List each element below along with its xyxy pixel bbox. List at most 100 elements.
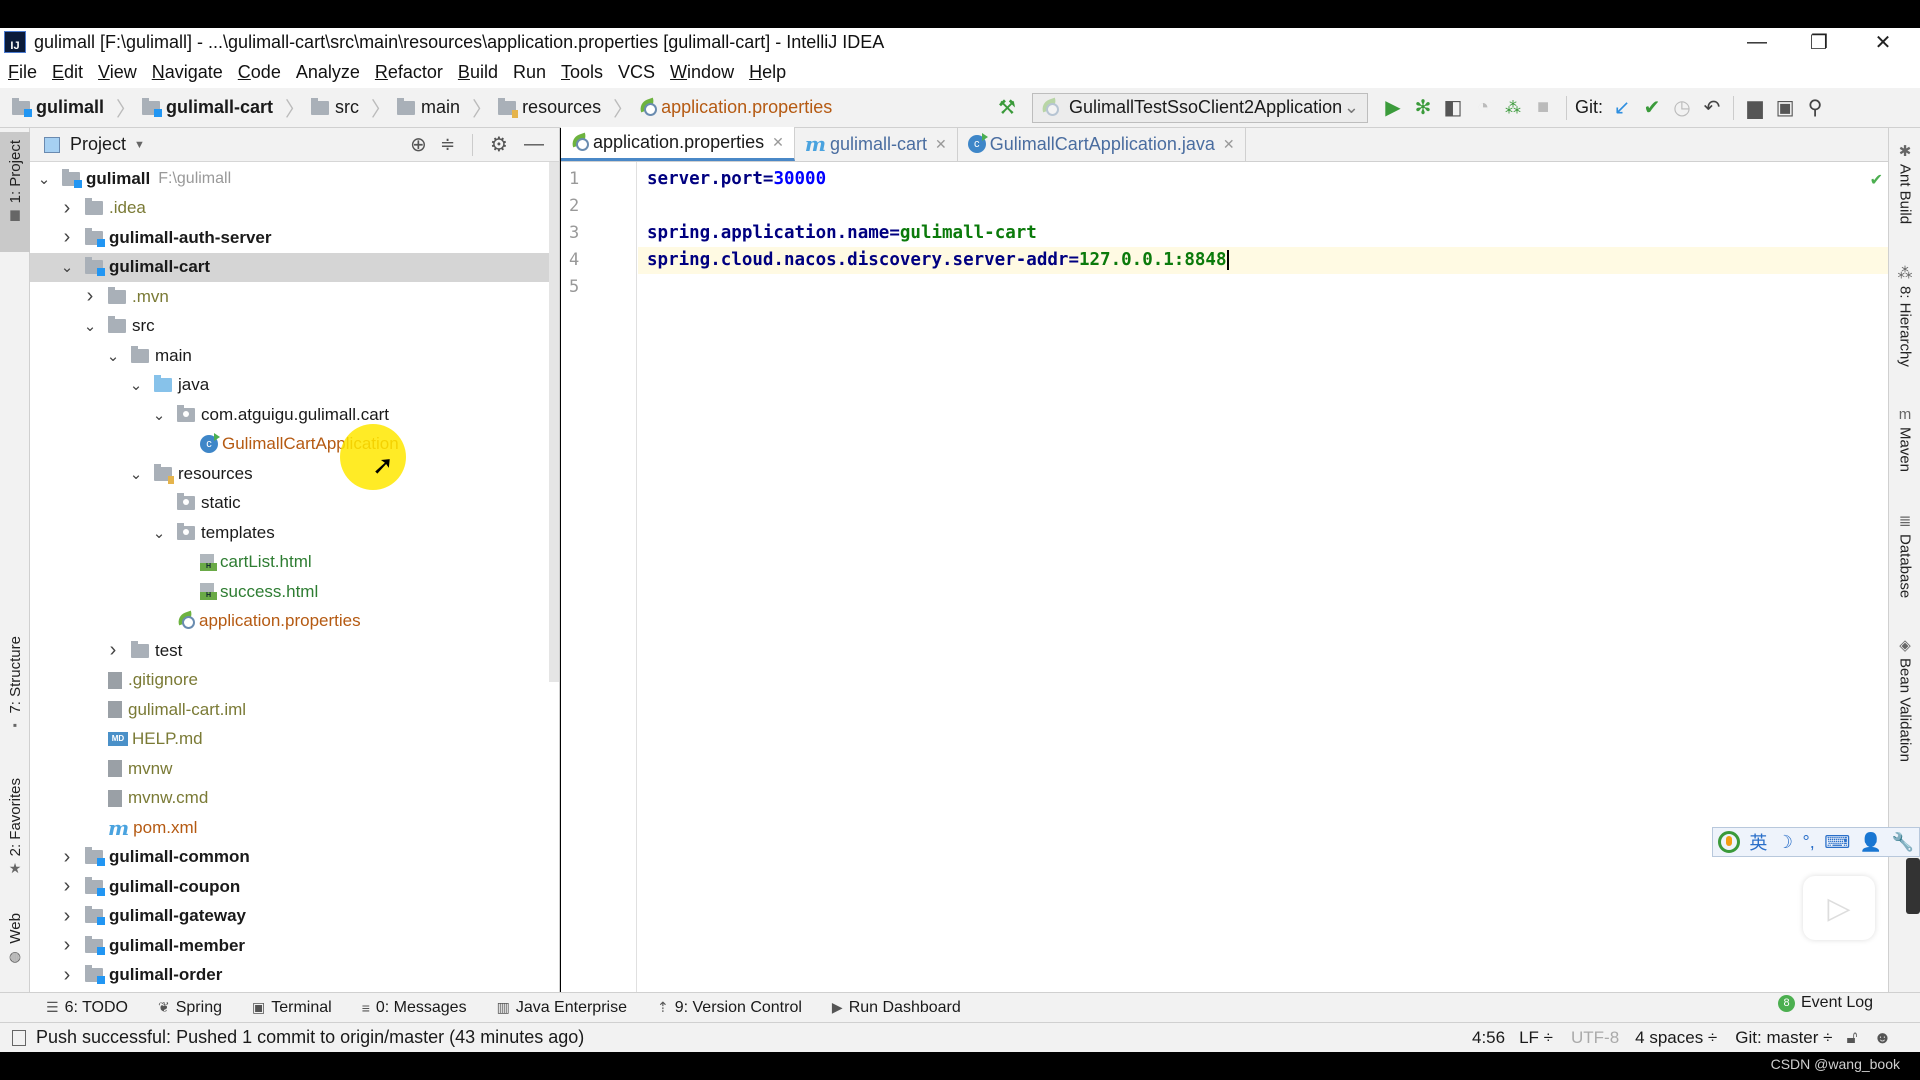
chevron-down-icon[interactable]: ⌄ bbox=[82, 317, 98, 335]
minimize-button[interactable]: — bbox=[1726, 28, 1788, 56]
tool-tab-favorites[interactable]: 2: Favorites ★ bbox=[0, 778, 30, 890]
tree-node[interactable]: › gulimall-member bbox=[30, 931, 559, 960]
tree-node[interactable]: mvnw bbox=[30, 754, 559, 783]
code-line[interactable]: spring.application.name=gulimall-cart bbox=[647, 223, 1037, 243]
tree-node[interactable]: › gulimall-order bbox=[30, 961, 559, 990]
locate-file-icon[interactable]: ⊕ bbox=[410, 132, 427, 157]
menu-navigate[interactable]: Navigate bbox=[152, 62, 223, 83]
editor-tab[interactable]: application.properties ✕ bbox=[561, 127, 795, 161]
menu-edit[interactable]: Edit bbox=[52, 62, 83, 83]
tool-button-messages[interactable]: ≡ 0: Messages bbox=[362, 999, 467, 1017]
menu-build[interactable]: Build bbox=[458, 62, 498, 83]
attach-debugger-icon[interactable]: ⁂ bbox=[1498, 93, 1528, 123]
tool-button-terminal[interactable]: ▣ Terminal bbox=[252, 999, 332, 1017]
chevron-right-icon[interactable]: › bbox=[59, 964, 75, 987]
tree-node[interactable]: › gulimall-auth-server bbox=[30, 223, 559, 252]
tree-node[interactable]: › gulimall-coupon bbox=[30, 872, 559, 901]
menu-window[interactable]: Window bbox=[670, 62, 734, 83]
tree-node[interactable]: ⌄ main bbox=[30, 341, 559, 370]
read-only-lock-icon[interactable]: 🔓︎ bbox=[1846, 1028, 1857, 1048]
vcs-update-icon[interactable]: ↙ bbox=[1607, 93, 1637, 123]
breadcrumb-item[interactable]: src bbox=[311, 97, 359, 118]
code-editor[interactable]: ✔ server.port=30000 spring.application.na… bbox=[561, 162, 1888, 992]
breadcrumb-item[interactable]: gulimall-cart bbox=[142, 97, 273, 118]
search-everywhere-icon[interactable]: ⚲ bbox=[1800, 93, 1830, 123]
vcs-commit-icon[interactable]: ✔ bbox=[1637, 93, 1667, 123]
project-tree-scrollbar[interactable] bbox=[549, 162, 559, 682]
menu-view[interactable]: View bbox=[98, 62, 137, 83]
tool-button-java-enterprise[interactable]: ▥ Java Enterprise bbox=[497, 999, 627, 1017]
menu-help[interactable]: Help bbox=[749, 62, 786, 83]
tree-node[interactable]: › .mvn bbox=[30, 282, 559, 311]
tree-node[interactable]: ⌄ resources bbox=[30, 459, 559, 488]
breadcrumb-item[interactable]: main bbox=[397, 97, 460, 118]
tree-node[interactable]: › gulimall-gateway bbox=[30, 902, 559, 931]
profile-icon[interactable]: ◔ bbox=[1468, 93, 1498, 123]
tree-node[interactable]: › gulimall-common bbox=[30, 843, 559, 872]
tool-tab-ant-build[interactable]: ✱ Ant Build bbox=[1889, 142, 1920, 224]
chevron-right-icon[interactable]: › bbox=[82, 285, 98, 308]
chevron-down-icon[interactable]: ▼ bbox=[134, 139, 145, 151]
run-icon[interactable]: ▶ bbox=[1378, 93, 1408, 123]
breadcrumb-item[interactable]: application.properties bbox=[639, 97, 832, 118]
chevron-down-icon[interactable]: ⌄ bbox=[59, 258, 75, 276]
menu-file[interactable]: File bbox=[8, 62, 37, 83]
chevron-right-icon[interactable]: › bbox=[59, 226, 75, 249]
coverage-icon[interactable]: ◧ bbox=[1438, 93, 1468, 123]
menu-tools[interactable]: Tools bbox=[561, 62, 603, 83]
restore-button[interactable]: ❐ bbox=[1788, 28, 1850, 56]
tree-node[interactable]: ⌄ src bbox=[30, 312, 559, 341]
chevron-right-icon[interactable]: › bbox=[59, 905, 75, 928]
file-encoding[interactable]: UTF-8 bbox=[1571, 1028, 1619, 1048]
close-tab-icon[interactable]: ✕ bbox=[1223, 136, 1235, 153]
inspection-ok-icon[interactable]: ✔ bbox=[1870, 170, 1883, 190]
code-line[interactable]: server.port=30000 bbox=[647, 169, 826, 189]
chevron-down-icon[interactable]: ⌄ bbox=[128, 376, 144, 394]
ime-keyboard-icon[interactable]: ⌨ bbox=[1824, 832, 1850, 853]
chevron-right-icon[interactable]: › bbox=[59, 934, 75, 957]
hide-panel-icon[interactable]: — bbox=[524, 133, 544, 156]
chevron-right-icon[interactable]: › bbox=[59, 846, 75, 869]
tree-node[interactable]: ⌄ java bbox=[30, 371, 559, 400]
menu-code[interactable]: Code bbox=[238, 62, 281, 83]
menu-vcs[interactable]: VCS bbox=[618, 62, 655, 83]
vcs-revert-icon[interactable]: ↶ bbox=[1697, 93, 1727, 123]
tool-button-spring[interactable]: ❦ Spring bbox=[158, 999, 222, 1017]
tree-node[interactable]: application.properties bbox=[30, 607, 559, 636]
video-player-icon[interactable]: ▷ bbox=[1803, 876, 1875, 940]
tree-node[interactable]: c GulimallCartApplication bbox=[30, 430, 559, 459]
tool-button-todo[interactable]: ☰ 6: TODO bbox=[46, 999, 128, 1017]
tool-tab-structure[interactable]: 7: Structure ▪ bbox=[0, 636, 30, 748]
project-structure-icon[interactable]: ▆ bbox=[1740, 93, 1770, 123]
debug-icon[interactable]: ✻ bbox=[1408, 93, 1438, 123]
chevron-down-icon[interactable]: ⌄ bbox=[105, 347, 121, 365]
tool-tab-hierarchy[interactable]: ⁂ 8: Hierarchy bbox=[1889, 264, 1920, 367]
tree-node[interactable]: static bbox=[30, 489, 559, 518]
event-log-button[interactable]: 8 Event Log bbox=[1778, 994, 1873, 1012]
indent-setting[interactable]: 4 spaces ÷ bbox=[1635, 1028, 1717, 1048]
line-separator[interactable]: LF ÷ bbox=[1519, 1028, 1553, 1048]
status-message[interactable]: Push successful: Pushed 1 commit to orig… bbox=[36, 1027, 584, 1048]
tree-node[interactable]: ⌄ com.atguigu.gulimall.cart bbox=[30, 400, 559, 429]
tree-node[interactable]: › .idea bbox=[30, 194, 559, 223]
menu-run[interactable]: Run bbox=[513, 62, 546, 83]
editor-tab[interactable]: m gulimall-cart ✕ bbox=[795, 127, 958, 161]
breadcrumb-item[interactable]: gulimall bbox=[12, 97, 104, 118]
ime-logo-icon[interactable] bbox=[1717, 831, 1740, 853]
editor-tab[interactable]: c GulimallCartApplication.java ✕ bbox=[958, 127, 1246, 161]
tool-tab-project[interactable]: 1: Project ▆ bbox=[0, 132, 30, 252]
ime-language-toggle[interactable]: 英 bbox=[1749, 829, 1767, 855]
ime-moon-icon[interactable]: ☽ bbox=[1777, 832, 1793, 853]
run-configuration-dropdown[interactable]: GulimallTestSsoClient2Application ⌄ bbox=[1032, 92, 1368, 123]
project-view-selector[interactable]: Project bbox=[70, 134, 126, 155]
caret-position[interactable]: 4:56 bbox=[1472, 1028, 1505, 1048]
chevron-down-icon[interactable]: ⌄ bbox=[128, 465, 144, 483]
vcs-history-icon[interactable]: ◷ bbox=[1667, 93, 1697, 123]
close-button[interactable]: ✕ bbox=[1852, 28, 1914, 56]
tree-node[interactable]: success.html bbox=[30, 577, 559, 606]
tree-node[interactable]: ⌄ templates bbox=[30, 518, 559, 547]
tree-node[interactable]: cartList.html bbox=[30, 548, 559, 577]
close-tab-icon[interactable]: ✕ bbox=[772, 134, 784, 151]
presentation-icon[interactable]: ▣ bbox=[1770, 93, 1800, 123]
ime-punctuation-icon[interactable]: °, bbox=[1803, 832, 1815, 853]
